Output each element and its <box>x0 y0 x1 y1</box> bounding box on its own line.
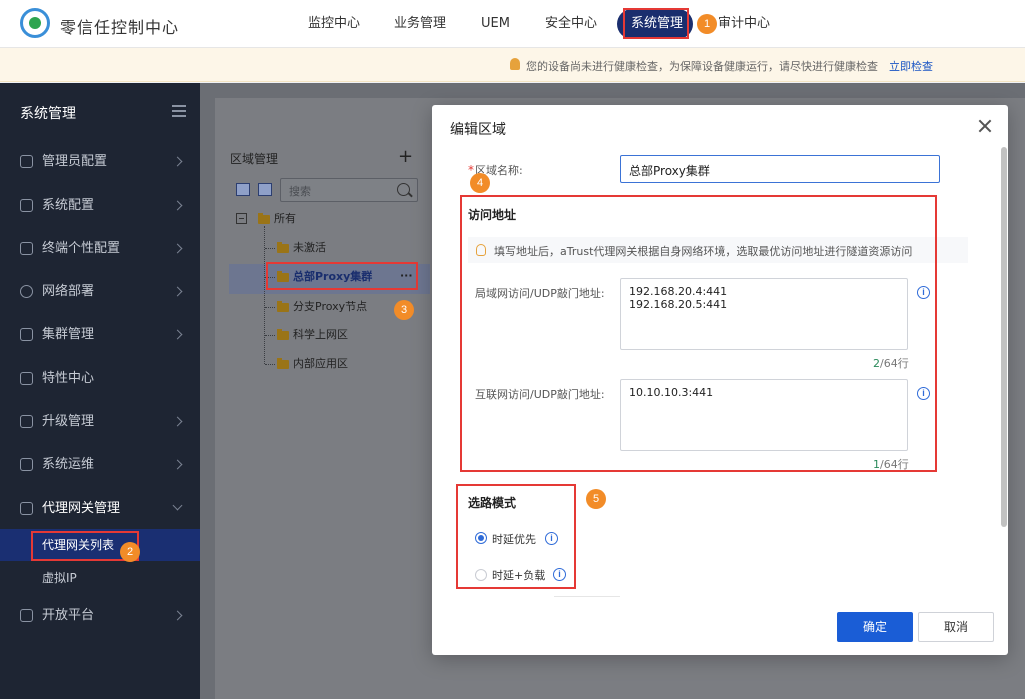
sidebar-item-proxy-gateway[interactable]: 代理网关管理 <box>0 487 200 530</box>
sidebar-item-admin[interactable]: 管理员配置 <box>0 140 200 183</box>
folder-icon <box>277 301 289 312</box>
step-badge-2: 2 <box>120 542 140 562</box>
chevron-right-icon <box>172 610 183 621</box>
tree-connector-line <box>265 307 275 308</box>
user-icon <box>20 155 33 168</box>
health-check-link[interactable]: 立即检查 <box>889 58 933 74</box>
confirm-button[interactable]: 确定 <box>837 612 913 642</box>
gear-icon <box>20 199 33 212</box>
logo-icon <box>20 8 50 38</box>
sidebar-item-open-platform[interactable]: 开放平台 <box>0 594 200 637</box>
app-title: 零信任控制中心 <box>60 18 180 37</box>
sidebar: 系统管理 管理员配置 系统配置 终端个性配置 网络部署 集群管理 特性中心 升级… <box>0 83 200 699</box>
nav-security[interactable]: 安全中心 <box>545 0 597 48</box>
folder-icon <box>277 242 289 253</box>
chevron-down-icon <box>172 500 183 511</box>
region-tree-panel <box>215 138 431 699</box>
highlight-box-5 <box>456 484 576 589</box>
chevron-right-icon <box>172 459 183 470</box>
sidebar-subitem-virtual-ip[interactable]: 虚拟IP <box>0 562 200 594</box>
step-badge-4: 4 <box>470 173 490 193</box>
tree-collapse-toggle-icon[interactable] <box>236 213 247 224</box>
tree-node-internet[interactable]: 科学上网区 <box>275 325 348 345</box>
grid-icon <box>20 372 33 385</box>
dialog-scrollbar[interactable] <box>1001 147 1007 527</box>
chevron-right-icon <box>172 200 183 211</box>
tree-node-internal-apps[interactable]: 内部应用区 <box>275 354 348 374</box>
top-header: 零信任控制中心 监控中心 业务管理 UEM 安全中心 系统管理 审计中心 1 <box>0 0 1025 48</box>
tree-connector-line <box>264 226 265 364</box>
bell-icon <box>510 58 520 70</box>
expand-all-icon[interactable] <box>236 183 250 196</box>
highlight-box-1 <box>623 8 689 39</box>
upload-icon <box>20 415 33 428</box>
region-search-input[interactable]: 搜索 <box>280 178 418 202</box>
chevron-right-icon <box>172 243 183 254</box>
close-icon[interactable] <box>978 119 992 133</box>
dialog-title: 编辑区域 <box>450 122 506 138</box>
tree-connector-line <box>265 364 275 365</box>
region-tree-title: 区域管理 <box>230 152 279 166</box>
highlight-box-3 <box>266 262 418 290</box>
sidebar-item-system-config[interactable]: 系统配置 <box>0 184 200 227</box>
chevron-right-icon <box>172 329 183 340</box>
sidebar-item-terminal[interactable]: 终端个性配置 <box>0 227 200 270</box>
chevron-right-icon <box>172 156 183 167</box>
tree-connector-line <box>265 248 275 249</box>
sidebar-item-features[interactable]: 特性中心 <box>0 357 200 400</box>
health-notice-bar: 您的设备尚未进行健康检查，为保障设备健康运行，请尽快进行健康检查 立即检查 <box>0 48 1025 82</box>
step-badge-3: 3 <box>394 300 414 320</box>
sidebar-title: 系统管理 <box>20 106 76 122</box>
folder-icon <box>277 358 289 369</box>
nav-audit[interactable]: 审计中心 <box>718 0 770 48</box>
step-badge-5: 5 <box>586 489 606 509</box>
add-region-icon[interactable]: + <box>398 146 413 167</box>
folder-icon <box>258 213 270 224</box>
sidebar-item-ops[interactable]: 系统运维 <box>0 443 200 486</box>
region-name-input[interactable]: 总部Proxy集群 <box>620 155 940 183</box>
sidebar-item-network[interactable]: 网络部署 <box>0 270 200 313</box>
tree-node-branch-proxy[interactable]: 分支Proxy节点 <box>275 297 367 317</box>
sidebar-item-cluster[interactable]: 集群管理 <box>0 313 200 356</box>
open-platform-icon <box>20 609 33 622</box>
tree-node-root[interactable]: 所有 <box>256 209 296 229</box>
collapse-all-icon[interactable] <box>258 183 272 196</box>
menu-collapse-icon[interactable] <box>172 105 186 117</box>
cluster-icon <box>20 328 33 341</box>
nav-monitor[interactable]: 监控中心 <box>308 0 360 48</box>
sidebar-item-upgrade[interactable]: 升级管理 <box>0 400 200 443</box>
folder-icon <box>277 329 289 340</box>
nav-business[interactable]: 业务管理 <box>394 0 446 48</box>
nav-uem[interactable]: UEM <box>481 0 510 48</box>
monitor-icon <box>20 242 33 255</box>
search-icon[interactable] <box>397 183 410 196</box>
divider <box>554 596 620 597</box>
highlight-box-4 <box>460 195 937 472</box>
chevron-right-icon <box>172 286 183 297</box>
cancel-button[interactable]: 取消 <box>918 612 994 642</box>
globe-icon <box>20 285 33 298</box>
step-badge-1: 1 <box>697 14 717 34</box>
tree-connector-line <box>265 335 275 336</box>
gateway-icon <box>20 502 33 515</box>
tree-node-inactive[interactable]: 未激活 <box>275 238 326 258</box>
tools-icon <box>20 458 33 471</box>
notice-text: 您的设备尚未进行健康检查，为保障设备健康运行，请尽快进行健康检查 <box>526 60 878 73</box>
chevron-right-icon <box>172 416 183 427</box>
